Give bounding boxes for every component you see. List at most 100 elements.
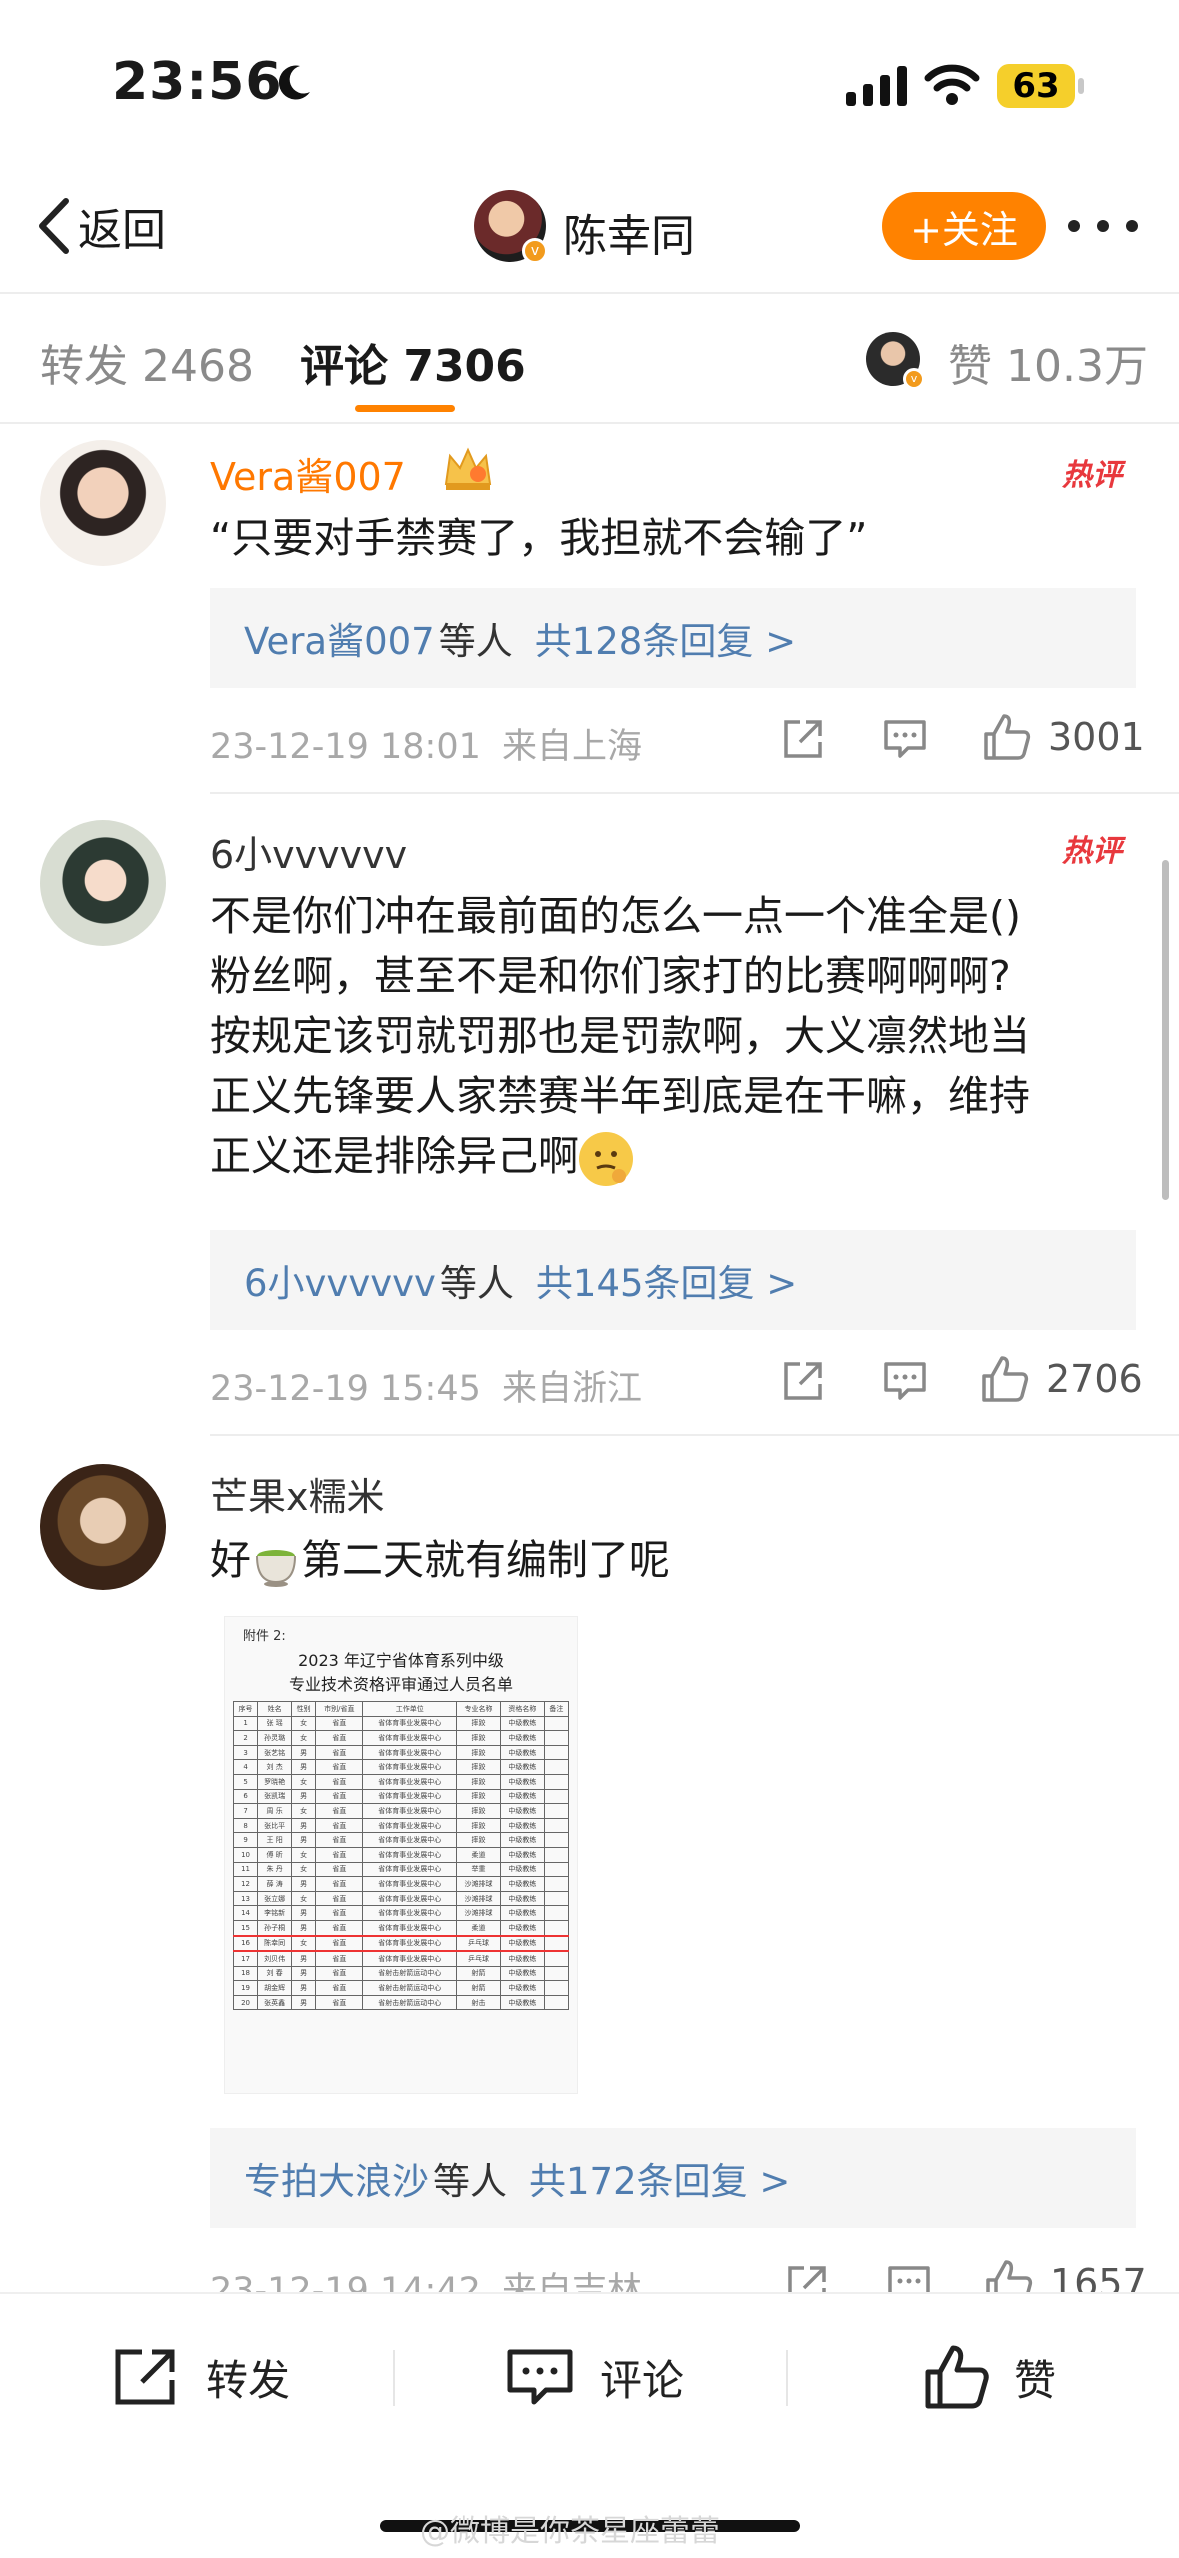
thinking-emoji-icon	[579, 1132, 633, 1186]
comment-location: 来自浙江	[502, 1369, 643, 1409]
hot-comment-badge: 热评	[1062, 458, 1122, 493]
reply-connector: 等人	[433, 2160, 507, 2203]
tabs-divider	[0, 422, 1179, 424]
status-time: 23:56	[112, 52, 283, 112]
repost-button[interactable]: 转发	[112, 2342, 290, 2412]
comment-meta: 23-12-19 18:01 来自上海	[210, 718, 642, 769]
active-tab-indicator	[355, 405, 455, 412]
nav-divider	[0, 292, 1179, 294]
bar-separator	[786, 2350, 788, 2406]
commenter-avatar[interactable]	[40, 1464, 166, 1590]
doc-table-row: 16 陈幸同女省直 省体育事业发展中心 乒乓球 中级教练	[232, 1934, 570, 1953]
more-options-icon[interactable]	[1068, 198, 1138, 254]
like-post-button[interactable]: 赞	[924, 2342, 1056, 2412]
reply-connector: 等人	[439, 1262, 514, 1305]
scrollbar[interactable]	[1162, 860, 1169, 1200]
comment-label: 评论	[600, 2355, 685, 2405]
comment-text: “只要对手禁赛了，我担就不会输了”	[210, 514, 868, 562]
comment-text: 好 第二天就有编制了呢	[210, 1530, 1130, 1590]
share-icon[interactable]	[780, 1358, 826, 1408]
like-count: 2706	[1046, 1357, 1143, 1401]
doc-table-row: 1张 瑶女省直 省体育事业发展中心 摔跤 中级教练	[232, 1715, 570, 1732]
doc-table-row: 2 孙灵璐女省直 省体育事业发展中心 摔跤 中级教练	[232, 1730, 570, 1746]
doc-table-row: 10 傅 昕女省直 省体育事业发展中心 柔道 中级教练	[232, 1846, 570, 1863]
doc-table-row: 11 朱 丹女省直 省体育事业发展中心 举重 中级教练	[232, 1861, 570, 1878]
chevron-left-icon	[39, 198, 69, 254]
follow-button[interactable]: +关注	[882, 192, 1046, 260]
doc-title-line1: 2023 年辽宁省体育系列中级	[298, 1651, 504, 1670]
doc-table-row: 18 刘 春男省直 省射击射箭运动中心 射箭 中级教练	[232, 1965, 570, 1982]
comment-time: 23-12-19 15:45	[210, 1369, 481, 1409]
comment-meta: 23-12-19 15:45 来自浙江	[210, 1360, 642, 1411]
reply-authors: 6小vvvvvv	[244, 1262, 436, 1305]
doc-table-row: 17 刘贝伟男省直 省体育事业发展中心 乒乓球 中级教练	[232, 1950, 570, 1967]
doc-table-row: 8 张比平男省直 省体育事业发展中心 摔跤 中级教练	[232, 1817, 570, 1834]
like-button[interactable]: 2706	[980, 1354, 1143, 1404]
commenter-avatar[interactable]	[40, 440, 166, 566]
tea-emoji-icon	[251, 1538, 301, 1588]
commenter-name[interactable]: 芒果x糯米	[210, 1466, 385, 1521]
back-button[interactable]: 返回	[36, 196, 166, 256]
reply-summary[interactable]: 专拍大浪沙 等人 共172条回复 >	[210, 2128, 1136, 2228]
reply-icon[interactable]	[882, 1358, 928, 1408]
repost-label: 转发	[206, 2355, 291, 2405]
doc-table-row: 7周 乐女省直 省体育事业发展中心 摔跤 中级教练	[232, 1803, 570, 1819]
hot-comment-badge: 热评	[1062, 834, 1122, 869]
doc-table-row: 6 张凯瑞男省直 省体育事业发展中心 摔跤 中级教练	[232, 1788, 570, 1805]
doc-title-line2: 专业技术资格评审通过人员名单	[288, 1675, 513, 1694]
bar-separator	[393, 2350, 395, 2406]
reply-count: 共172条回复 >	[529, 2160, 791, 2203]
back-label: 返回	[78, 205, 166, 256]
reply-authors: 专拍大浪沙	[244, 2160, 429, 2203]
like-count: 3001	[1048, 715, 1145, 759]
comment-divider	[210, 792, 1179, 794]
thumbs-up-icon	[982, 1356, 1029, 1402]
comment-button[interactable]: 评论	[506, 2342, 684, 2412]
doc-table-row: 12 薛 涛男省直 省体育事业发展中心 沙滩排球 中级教练	[232, 1876, 570, 1892]
like-label: 赞	[1014, 2355, 1057, 2405]
author-name[interactable]: 陈幸同	[563, 200, 695, 264]
battery-icon: 63	[997, 64, 1075, 108]
moon-icon	[274, 62, 314, 102]
tab-comments[interactable]: 评论 7306	[300, 330, 526, 394]
reply-summary[interactable]: 6小vvvvvv 等人 共145条回复 >	[210, 1230, 1136, 1330]
share-icon[interactable]	[780, 716, 826, 766]
battery-tip	[1078, 78, 1084, 94]
thumbs-up-icon	[984, 714, 1031, 760]
crown-badge-icon	[440, 444, 496, 498]
doc-table-row: 序号 姓名 性别 市别/省直 工作单位 专业名称 资格名称 备注	[232, 1701, 570, 1717]
comment-text: 不是你们冲在最前面的怎么一点一个准全是() 粉丝啊，甚至不是和你们家打的比赛啊啊…	[210, 886, 1130, 1186]
like-button[interactable]: 3001	[982, 712, 1145, 762]
doc-table-row: 19 胡金辉男省直 省射击射箭运动中心 射箭 中级教练	[232, 1980, 570, 1996]
reply-connector: 等人	[438, 620, 513, 663]
doc-table-row: 13 张立娜女省直 省体育事业发展中心 沙滩排球 中级教练	[232, 1890, 570, 1907]
doc-table-row: 4刘 杰男省直 省体育事业发展中心 摔跤 中级教练	[232, 1759, 570, 1775]
reply-icon[interactable]	[882, 716, 928, 766]
reply-summary[interactable]: Vera酱007 等人 共128条回复 >	[210, 588, 1136, 688]
doc-table-row: 14 李铭新男省直 省体育事业发展中心 沙滩排球 中级教练	[232, 1905, 570, 1921]
wifi-icon	[924, 62, 980, 110]
attached-document-image[interactable]: 附件 2: 2023 年辽宁省体育系列中级 专业技术资格评审通过人员名单 序号姓…	[224, 1616, 578, 2094]
commenter-name[interactable]: Vera酱007	[210, 446, 406, 501]
verified-badge-icon: v	[903, 368, 925, 390]
share-icon	[115, 2349, 175, 2405]
doc-table-row: 9王 阳男省直 省体育事业发展中心 摔跤 中级教练	[232, 1832, 570, 1848]
doc-table: 序号 姓名 性别 市别/省直 工作单位 专业名称 资格名称 备注 1 张 瑶女省直 省体育事业发展中…	[232, 1701, 570, 2011]
verified-badge-icon: v	[522, 238, 548, 264]
doc-table-row: 5 罗晓艳女省直 省体育事业发展中心 摔跤 中级教练	[232, 1773, 570, 1790]
comment-icon	[507, 2349, 573, 2405]
comment-divider	[210, 1434, 1179, 1436]
signal-icon	[846, 66, 908, 110]
reply-count: 共145条回复 >	[535, 1262, 798, 1305]
comment-time: 23-12-19 18:01	[210, 727, 481, 767]
comment-location: 来自上海	[502, 727, 643, 767]
commenter-name[interactable]: 6小vvvvvv	[210, 824, 407, 879]
thumbs-up-icon	[925, 2345, 989, 2409]
reply-authors: Vera酱007	[244, 620, 435, 663]
doc-table-row: 15 孙子桐男省直 省体育事业发展中心 柔道 中级教练	[232, 1919, 570, 1937]
doc-table-row: 3 张艺铭男省直 省体育事业发展中心 摔跤 中级教练	[232, 1744, 570, 1761]
tab-likes[interactable]: 赞 10.3万	[948, 330, 1148, 394]
tab-repost[interactable]: 转发 2468	[40, 330, 254, 394]
doc-annex: 附件 2:	[243, 1629, 286, 1644]
commenter-avatar[interactable]	[40, 820, 166, 946]
